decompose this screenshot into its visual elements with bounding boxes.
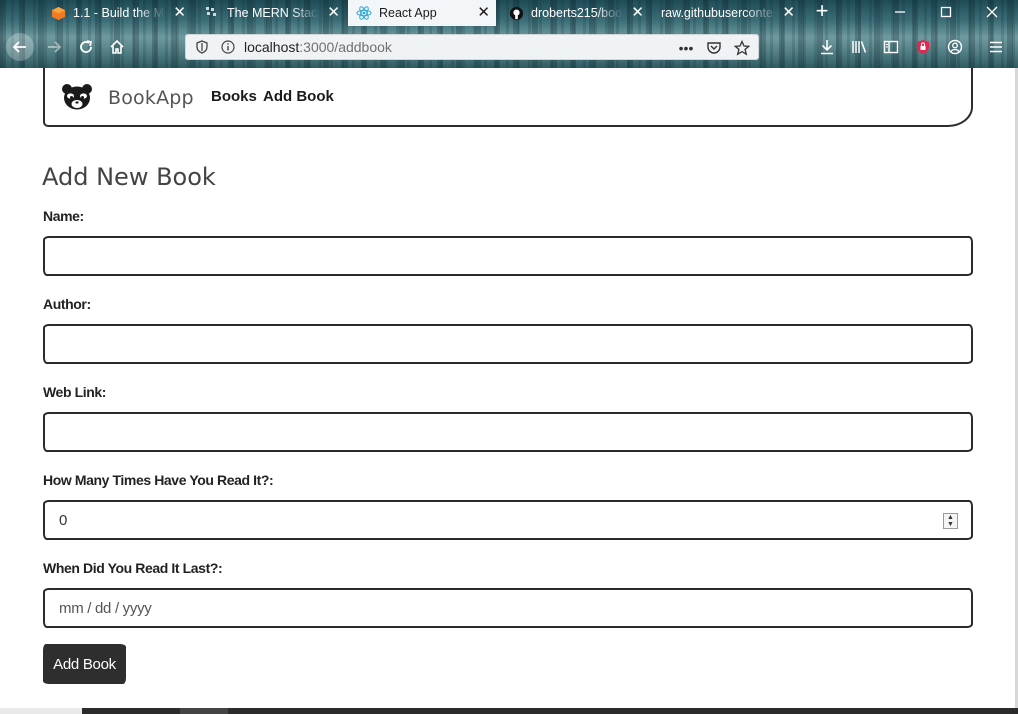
tab-title: The MERN Stack (227, 6, 319, 20)
author-label: Author: (43, 296, 91, 312)
number-spinner[interactable]: ▲ ▼ (943, 513, 958, 529)
browser-chrome: 1.1 - Build the ME ✕ The MERN Stack ✕ Re… (0, 0, 1018, 68)
home-icon (110, 39, 124, 54)
times-read-value: 0 (59, 511, 68, 529)
react-icon (356, 5, 372, 21)
bookmark-star-icon[interactable] (732, 38, 752, 58)
back-button[interactable] (6, 33, 34, 61)
reload-button[interactable] (74, 35, 98, 59)
weblink-input[interactable] (43, 412, 973, 452)
name-input[interactable] (43, 236, 973, 276)
brand-name[interactable]: BookApp (108, 87, 194, 109)
taskbar-segment (0, 708, 82, 714)
info-icon[interactable] (221, 40, 235, 54)
close-icon[interactable]: ✕ (327, 5, 340, 21)
tab-title: droberts215/book (531, 6, 623, 20)
tab-github-repo[interactable]: droberts215/book ✕ (500, 0, 650, 26)
new-tab-button[interactable]: + (810, 0, 834, 24)
nav-link-books[interactable]: Books (211, 88, 257, 105)
page-title: Add New Book (42, 163, 216, 191)
close-icon[interactable]: ✕ (631, 5, 644, 21)
times-read-label: How Many Times Have You Read It?: (43, 472, 274, 488)
last-read-label: When Did You Read It Last?: (43, 560, 223, 576)
downloads-icon[interactable] (816, 36, 838, 58)
page-content: BookApp Books Add Book Add New Book Name… (0, 68, 1015, 708)
url-actions: ••• (676, 38, 752, 58)
author-input[interactable] (43, 324, 973, 364)
close-window-button[interactable] (969, 0, 1015, 24)
forward-arrow-icon (48, 41, 62, 53)
tab-strip: 1.1 - Build the ME ✕ The MERN Stack ✕ Re… (0, 0, 1018, 26)
account-icon[interactable] (944, 36, 966, 58)
sidebar-icon[interactable] (880, 36, 902, 58)
minimize-button[interactable] (877, 0, 923, 24)
tab-react-app[interactable]: React App ✕ (348, 0, 496, 26)
home-button[interactable] (105, 35, 129, 59)
add-book-button[interactable]: Add Book (43, 644, 126, 684)
taskbar-segment (180, 708, 228, 714)
nav-link-add-book[interactable]: Add Book (263, 88, 334, 105)
adblock-shield-icon[interactable] (912, 36, 934, 58)
tab-raw-github[interactable]: raw.githubuserconte ✕ (653, 0, 801, 26)
github-icon (508, 5, 524, 21)
url-path: :3000/addbook (299, 39, 392, 55)
tab-title: raw.githubuserconte (661, 6, 773, 20)
last-read-date-input[interactable]: mm / dd / yyyy (43, 588, 973, 628)
pocket-icon[interactable] (704, 38, 724, 58)
url-host: localhost (244, 39, 300, 55)
red-panda-logo-icon[interactable] (61, 82, 93, 112)
tab-title: React App (379, 6, 437, 20)
tab-title: 1.1 - Build the ME (73, 6, 165, 20)
back-arrow-icon (12, 41, 26, 53)
app-navbar: BookApp Books Add Book (43, 68, 973, 127)
times-read-input[interactable]: 0 ▲ ▼ (43, 500, 973, 540)
page-actions-icon[interactable]: ••• (676, 38, 696, 58)
tab-build-mern[interactable]: 1.1 - Build the ME ✕ (42, 0, 192, 26)
tracking-shield-icon[interactable] (195, 40, 209, 54)
library-icon[interactable] (849, 36, 871, 58)
orange-cube-icon (50, 5, 66, 21)
name-label: Name: (43, 208, 84, 224)
menu-icon[interactable] (985, 36, 1007, 58)
navigation-toolbar: localhost:3000/addbook ••• (0, 26, 1018, 68)
taskbar-edge (0, 708, 1018, 714)
maximize-button[interactable] (923, 0, 969, 24)
date-placeholder: mm / dd / yyyy (59, 599, 152, 617)
grid-icon (204, 5, 220, 21)
url-text: localhost:3000/addbook (244, 39, 392, 55)
close-icon[interactable]: ✕ (173, 5, 186, 21)
tab-mern-stack[interactable]: The MERN Stack ✕ (196, 0, 346, 26)
close-icon[interactable]: ✕ (477, 5, 490, 21)
url-bar[interactable]: localhost:3000/addbook ••• (185, 34, 759, 60)
close-icon[interactable]: ✕ (782, 5, 795, 21)
weblink-label: Web Link: (43, 384, 107, 400)
reload-icon (80, 40, 93, 53)
forward-button[interactable] (42, 35, 66, 59)
